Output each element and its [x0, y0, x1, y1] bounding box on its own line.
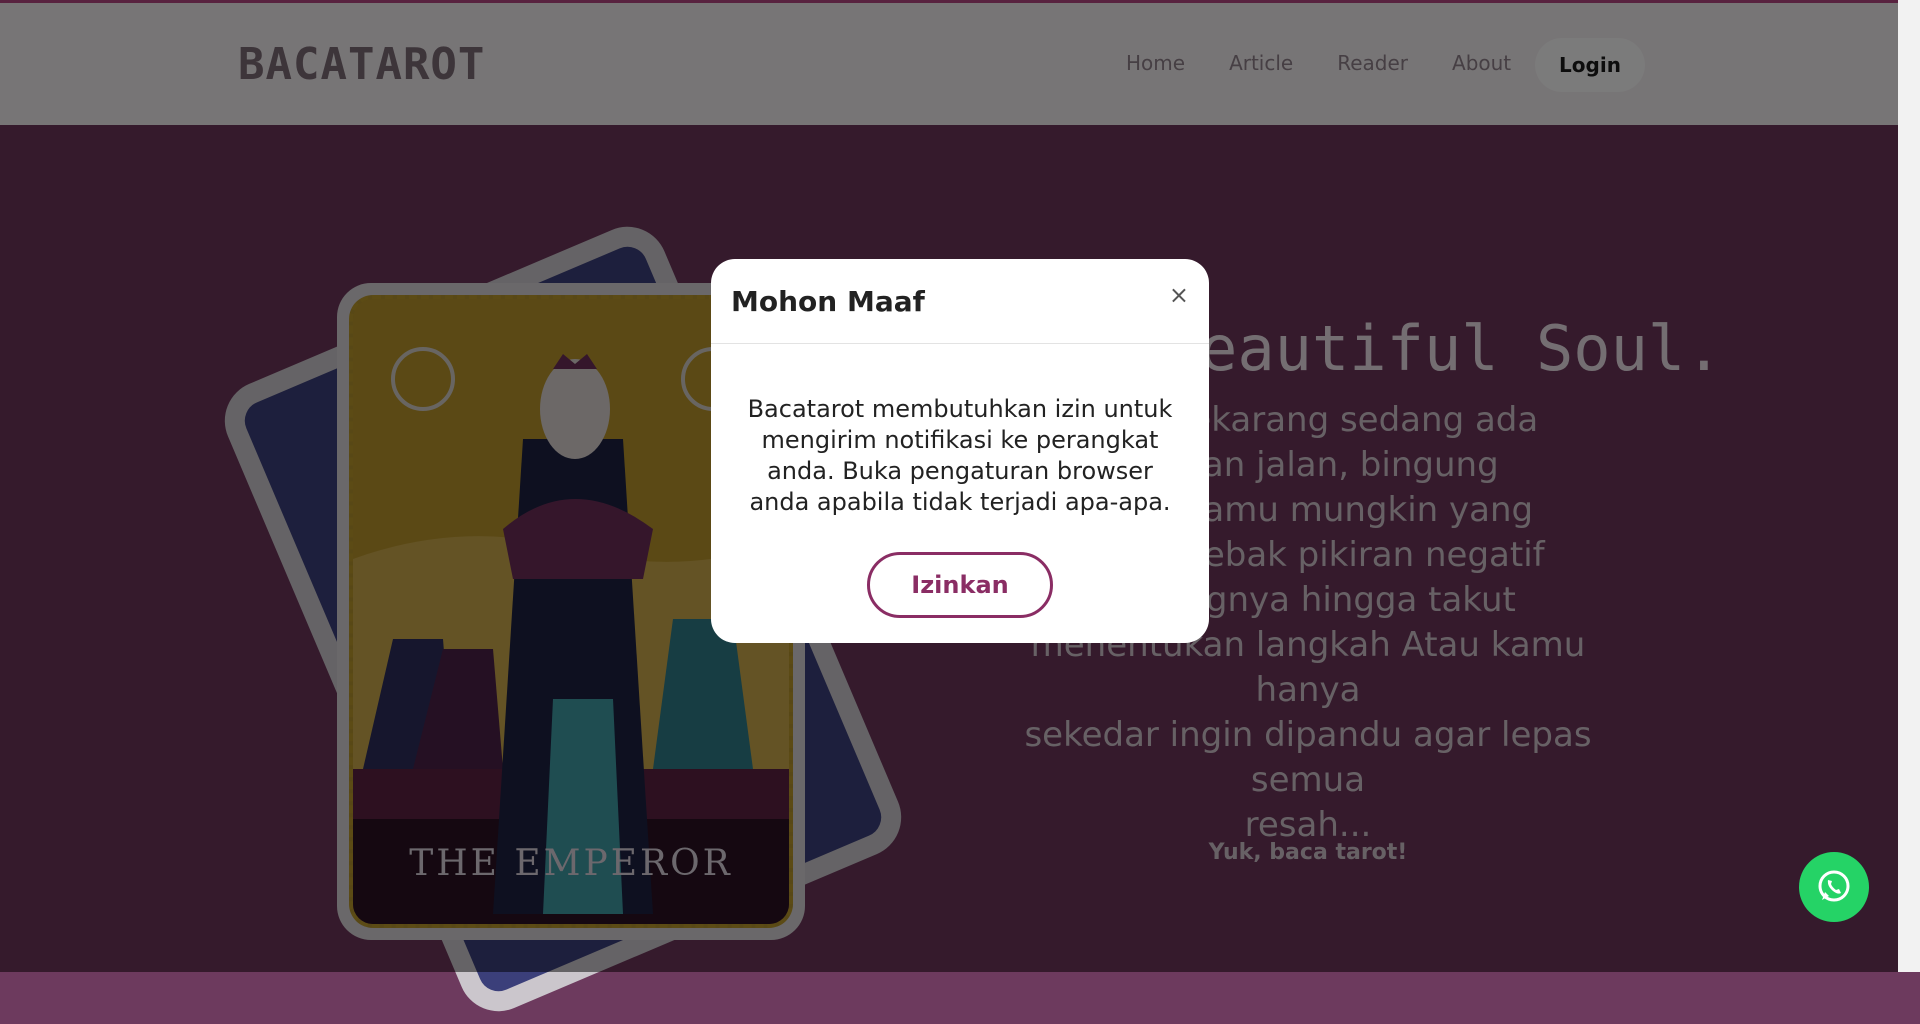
whatsapp-icon: [1818, 870, 1850, 902]
modal-body: Bacatarot membutuhkan izin untuk mengiri…: [711, 344, 1209, 618]
allow-button[interactable]: Izinkan: [867, 552, 1053, 618]
modal-message: Bacatarot membutuhkan izin untuk mengiri…: [747, 395, 1173, 516]
permission-modal: Mohon Maaf × Bacatarot membutuhkan izin …: [711, 259, 1209, 643]
whatsapp-button[interactable]: [1799, 852, 1869, 922]
modal-title: Mohon Maaf: [731, 284, 925, 318]
vertical-scrollbar[interactable]: [1898, 0, 1920, 972]
close-icon[interactable]: ×: [1169, 281, 1189, 309]
modal-header: Mohon Maaf ×: [711, 259, 1209, 344]
